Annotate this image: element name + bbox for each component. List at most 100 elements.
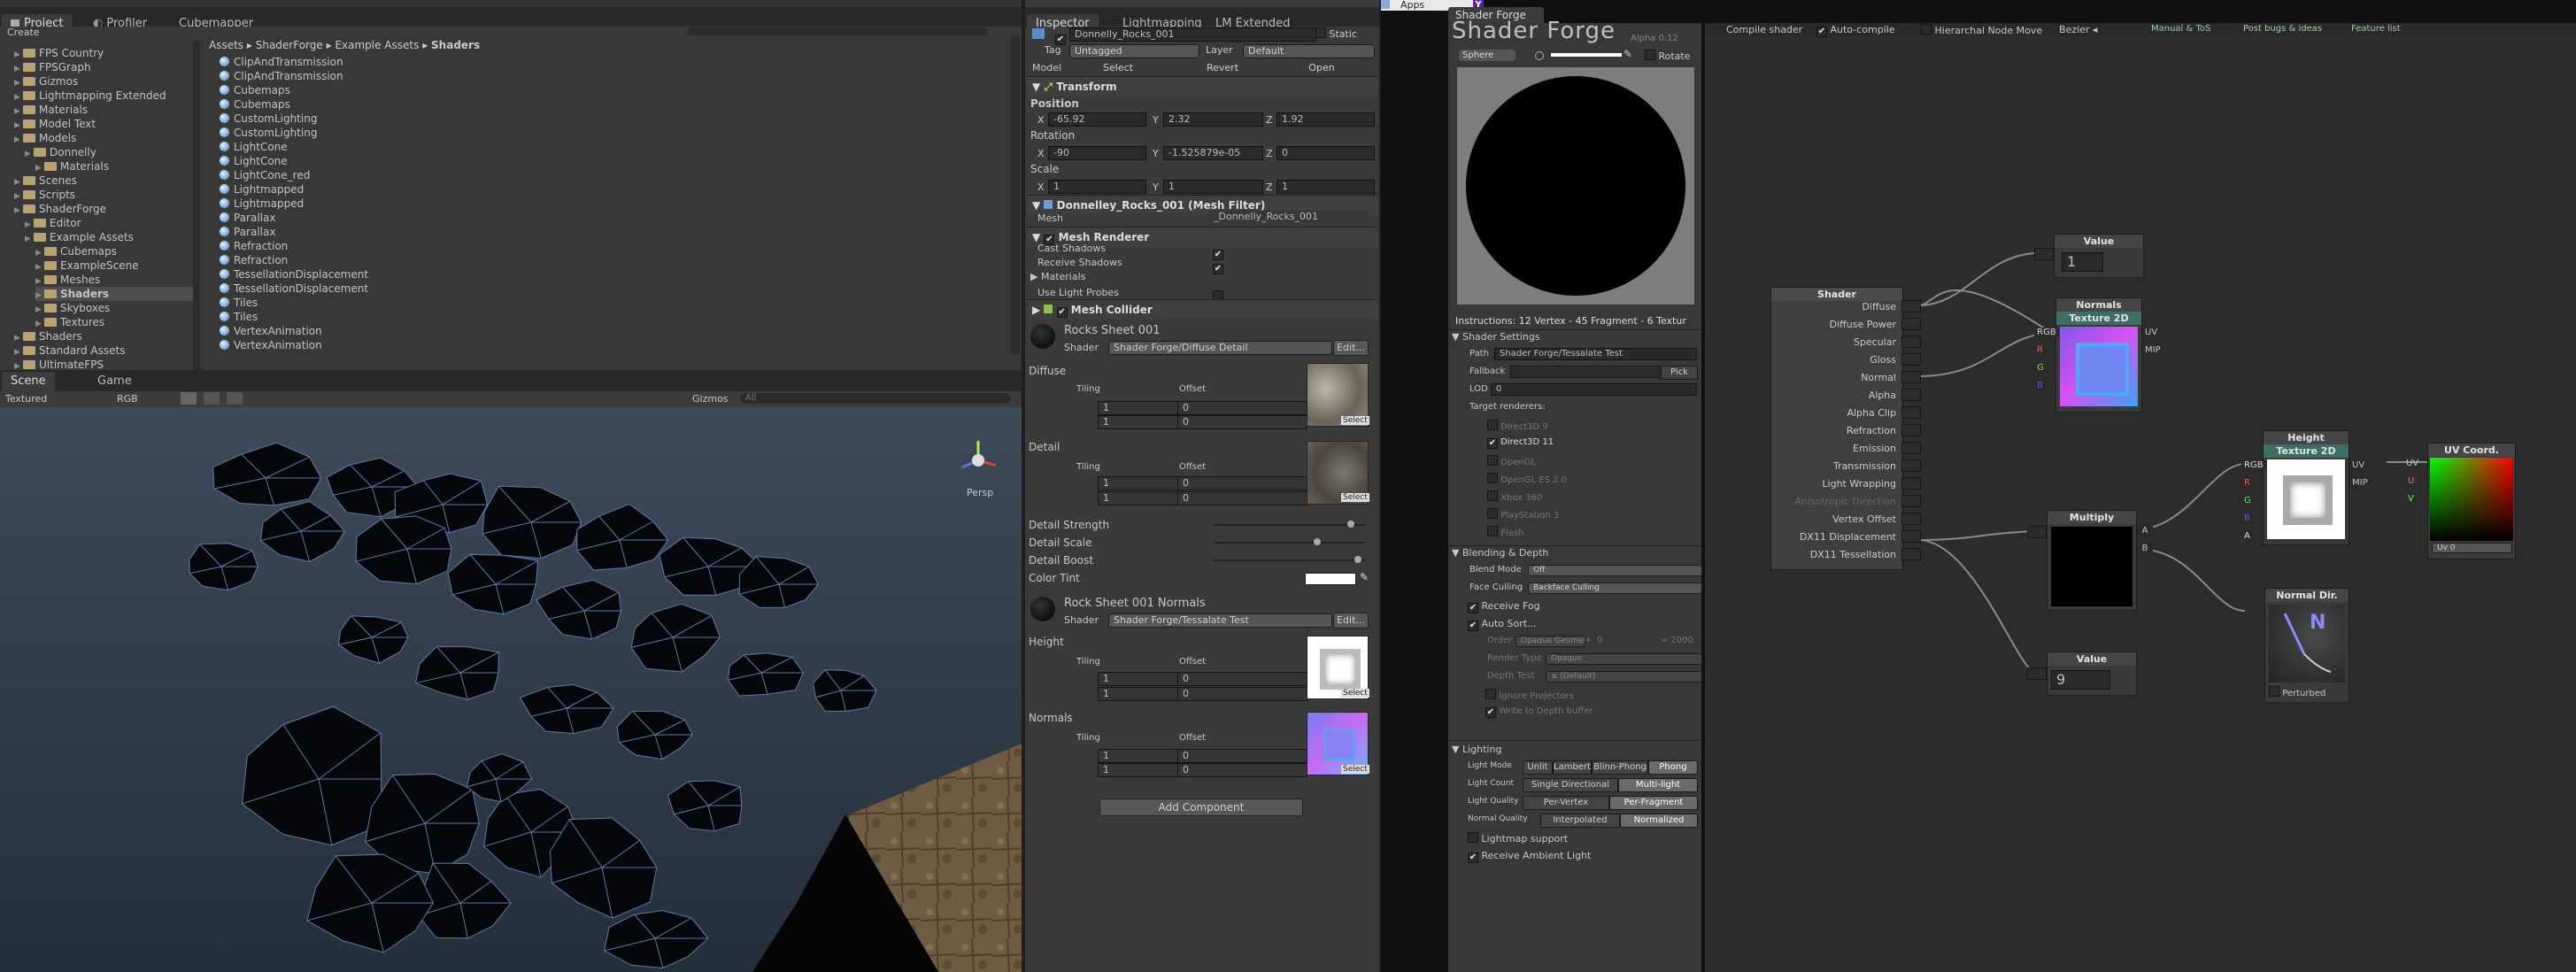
value-1-field[interactable]: 1 bbox=[2062, 252, 2103, 272]
main-node-input-port[interactable] bbox=[1901, 300, 1921, 312]
height-select-button[interactable]: Select bbox=[1341, 689, 1369, 698]
uv-coord-out-uv[interactable]: UV bbox=[2406, 459, 2418, 468]
render-type-dropdown[interactable]: Opaque bbox=[1546, 653, 1702, 665]
height-offset-x[interactable]: 0 bbox=[1177, 672, 1307, 686]
main-node-input-port[interactable] bbox=[1901, 459, 1921, 472]
light-mode-blinn-phong[interactable]: Blinn-Phong bbox=[1592, 760, 1648, 775]
detail-tiling-y[interactable]: 1 bbox=[1098, 491, 1178, 505]
asset-item[interactable]: Lightmapped bbox=[220, 197, 304, 211]
asset-item[interactable]: CustomLighting bbox=[220, 126, 317, 140]
tree-item[interactable]: ▶ ShaderForge bbox=[14, 202, 106, 216]
ambient-toggle[interactable]: ✔ Receive Ambient Light bbox=[1468, 850, 1591, 863]
tree-item[interactable]: ▶ Donnelly bbox=[25, 145, 96, 159]
receive-shadows-checkbox[interactable]: ✔ bbox=[1213, 257, 1223, 274]
light-quality-vertex[interactable]: Per-Vertex bbox=[1523, 796, 1609, 810]
scale-z-field[interactable]: 1 bbox=[1276, 180, 1375, 194]
asset-scrollbar[interactable] bbox=[1011, 35, 1020, 354]
preview-eyedropper-icon[interactable]: ✎ bbox=[1623, 48, 1632, 60]
normals_tex-out-port[interactable]: RGB bbox=[2034, 328, 2059, 337]
lightmap-toggle[interactable]: Lightmap support bbox=[1468, 832, 1568, 845]
uv-coord-out-u[interactable]: U bbox=[2408, 476, 2414, 486]
tree-scrollbar[interactable] bbox=[193, 41, 200, 370]
diffuse-select-button[interactable]: Select bbox=[1341, 416, 1369, 425]
layer-dropdown[interactable]: Default bbox=[1243, 44, 1375, 58]
mesh-collider-header[interactable]: ▶ ✔ Mesh Collider bbox=[1027, 299, 1377, 320]
asset-item[interactable]: Parallax bbox=[220, 225, 275, 239]
normals-offset-x[interactable]: 0 bbox=[1177, 749, 1307, 763]
tree-item[interactable]: ▶ Scenes bbox=[14, 174, 77, 188]
value-node-1[interactable]: Value 1 bbox=[2054, 234, 2144, 278]
position-z-field[interactable]: 1.92 bbox=[1276, 112, 1375, 127]
tree-item[interactable]: ▶ Models bbox=[14, 131, 76, 145]
detail-scale-slider[interactable] bbox=[1213, 538, 1365, 545]
normals_tex-out-port[interactable]: R bbox=[2034, 345, 2046, 355]
asset-item[interactable]: Tiles bbox=[220, 296, 258, 310]
renderer-toggle[interactable]: Direct3D 9 bbox=[1487, 420, 1548, 432]
position-y-field[interactable]: 2.32 bbox=[1163, 112, 1263, 127]
normals_tex-out-port[interactable]: B bbox=[2034, 381, 2046, 390]
asset-item[interactable]: ClipAndTransmission bbox=[220, 69, 343, 83]
shader-settings-header[interactable]: ▼ Shader Settings bbox=[1452, 331, 1540, 343]
tree-item[interactable]: ▶ Editor bbox=[25, 216, 81, 230]
hierarchal-move-toggle[interactable]: Hierarchal Node Move bbox=[1921, 24, 2042, 36]
height-tiling-x[interactable]: 1 bbox=[1098, 672, 1178, 686]
renderer-toggle[interactable]: Xbox 360 bbox=[1487, 490, 1542, 503]
tree-item[interactable]: ▶ Skyboxes bbox=[35, 301, 110, 315]
detail-offset-y[interactable]: 0 bbox=[1177, 491, 1307, 505]
light-mode-phong[interactable]: Phong bbox=[1648, 760, 1698, 775]
light-quality-fragment[interactable]: Per-Fragment bbox=[1609, 796, 1698, 810]
asset-item[interactable]: Lightmapped bbox=[220, 182, 304, 197]
asset-item[interactable]: VertexAnimation bbox=[220, 338, 322, 352]
asset-item[interactable]: LightCone_red bbox=[220, 168, 310, 182]
tree-item[interactable]: ▶ FPS Country bbox=[14, 46, 104, 60]
position-x-field[interactable]: -65.92 bbox=[1048, 112, 1146, 127]
light-mode-lambert[interactable]: Lambert bbox=[1553, 760, 1592, 775]
tree-item[interactable]: ▶ Gizmos bbox=[14, 74, 78, 89]
normals-tiling-x[interactable]: 1 bbox=[1098, 749, 1178, 763]
tab-scene[interactable]: Scene bbox=[2, 372, 55, 391]
tree-item[interactable]: ▶ ExampleScene bbox=[35, 258, 139, 273]
tree-item[interactable]: ▶ Meshes bbox=[35, 273, 100, 287]
renderer-toggle[interactable]: Flash bbox=[1487, 526, 1523, 538]
lod-field[interactable]: 0 bbox=[1491, 383, 1697, 396]
perturbed-toggle[interactable]: Perturbed bbox=[2269, 686, 2325, 698]
uv-coord-node[interactable]: UV Coord. Uv 0 bbox=[2427, 443, 2516, 559]
asset-item[interactable]: Refraction bbox=[220, 239, 288, 253]
pick-fallback-button[interactable]: Pick bbox=[1661, 366, 1698, 380]
expand-arrow-icon[interactable]: ▶ bbox=[14, 204, 23, 218]
features-link[interactable]: Feature list bbox=[2351, 24, 2401, 34]
value-2-out-port[interactable] bbox=[2027, 667, 2047, 680]
add-component-button[interactable]: Add Component bbox=[1099, 798, 1303, 816]
height-texture-node[interactable]: Height Texture 2D bbox=[2263, 430, 2349, 545]
uv-channel-dropdown[interactable]: Uv 0 bbox=[2432, 543, 2512, 553]
normals-tiling-y[interactable]: 1 bbox=[1098, 763, 1178, 777]
color-tint-swatch[interactable] bbox=[1305, 573, 1356, 585]
light-count-single[interactable]: Single Directional bbox=[1523, 778, 1618, 792]
light-mode-unlit[interactable]: Unlit bbox=[1523, 760, 1553, 775]
value-2-field[interactable]: 9 bbox=[2051, 670, 2110, 690]
normal-quality-normalized[interactable]: Normalized bbox=[1620, 814, 1698, 828]
preview-color-icon[interactable] bbox=[1535, 51, 1544, 60]
renderer-toggle[interactable]: OpenGL bbox=[1487, 455, 1536, 467]
tree-item[interactable]: ▶ Model Text bbox=[14, 117, 96, 131]
asset-item[interactable]: LightCone bbox=[220, 140, 288, 154]
height_tex-out-port[interactable]: RGB bbox=[2241, 460, 2266, 470]
main-node-input-port[interactable] bbox=[1901, 336, 1921, 348]
asset-item[interactable]: Refraction bbox=[220, 253, 288, 267]
tag-dropdown[interactable]: Untagged bbox=[1069, 44, 1199, 58]
scale-y-field[interactable]: 1 bbox=[1163, 180, 1263, 194]
face-culling-dropdown[interactable]: Backface Culling bbox=[1528, 582, 1702, 594]
renderer-toggle[interactable]: ✔ Direct3D 11 bbox=[1487, 437, 1554, 449]
renderer-toggle[interactable]: PlayStation 3 bbox=[1487, 508, 1559, 521]
create-button[interactable]: Create bbox=[7, 27, 40, 38]
tree-item[interactable]: ▶ Materials bbox=[14, 103, 88, 117]
ignore-projectors-toggle[interactable]: Ignore Projectors bbox=[1485, 689, 1574, 701]
value-1-out-port[interactable] bbox=[2034, 248, 2054, 260]
auto-compile-toggle[interactable]: ✔ Auto-compile bbox=[1816, 24, 1895, 37]
tab-game[interactable]: Game bbox=[89, 372, 141, 391]
object-active-checkbox[interactable]: ✔ bbox=[1055, 27, 1066, 45]
normals-select-button[interactable]: Select bbox=[1341, 765, 1369, 774]
main-node-input-port[interactable] bbox=[1901, 424, 1921, 436]
receive-fog-toggle[interactable]: ✔ Receive Fog bbox=[1468, 600, 1540, 613]
normals_tex-in-port[interactable]: UV bbox=[2142, 328, 2161, 337]
